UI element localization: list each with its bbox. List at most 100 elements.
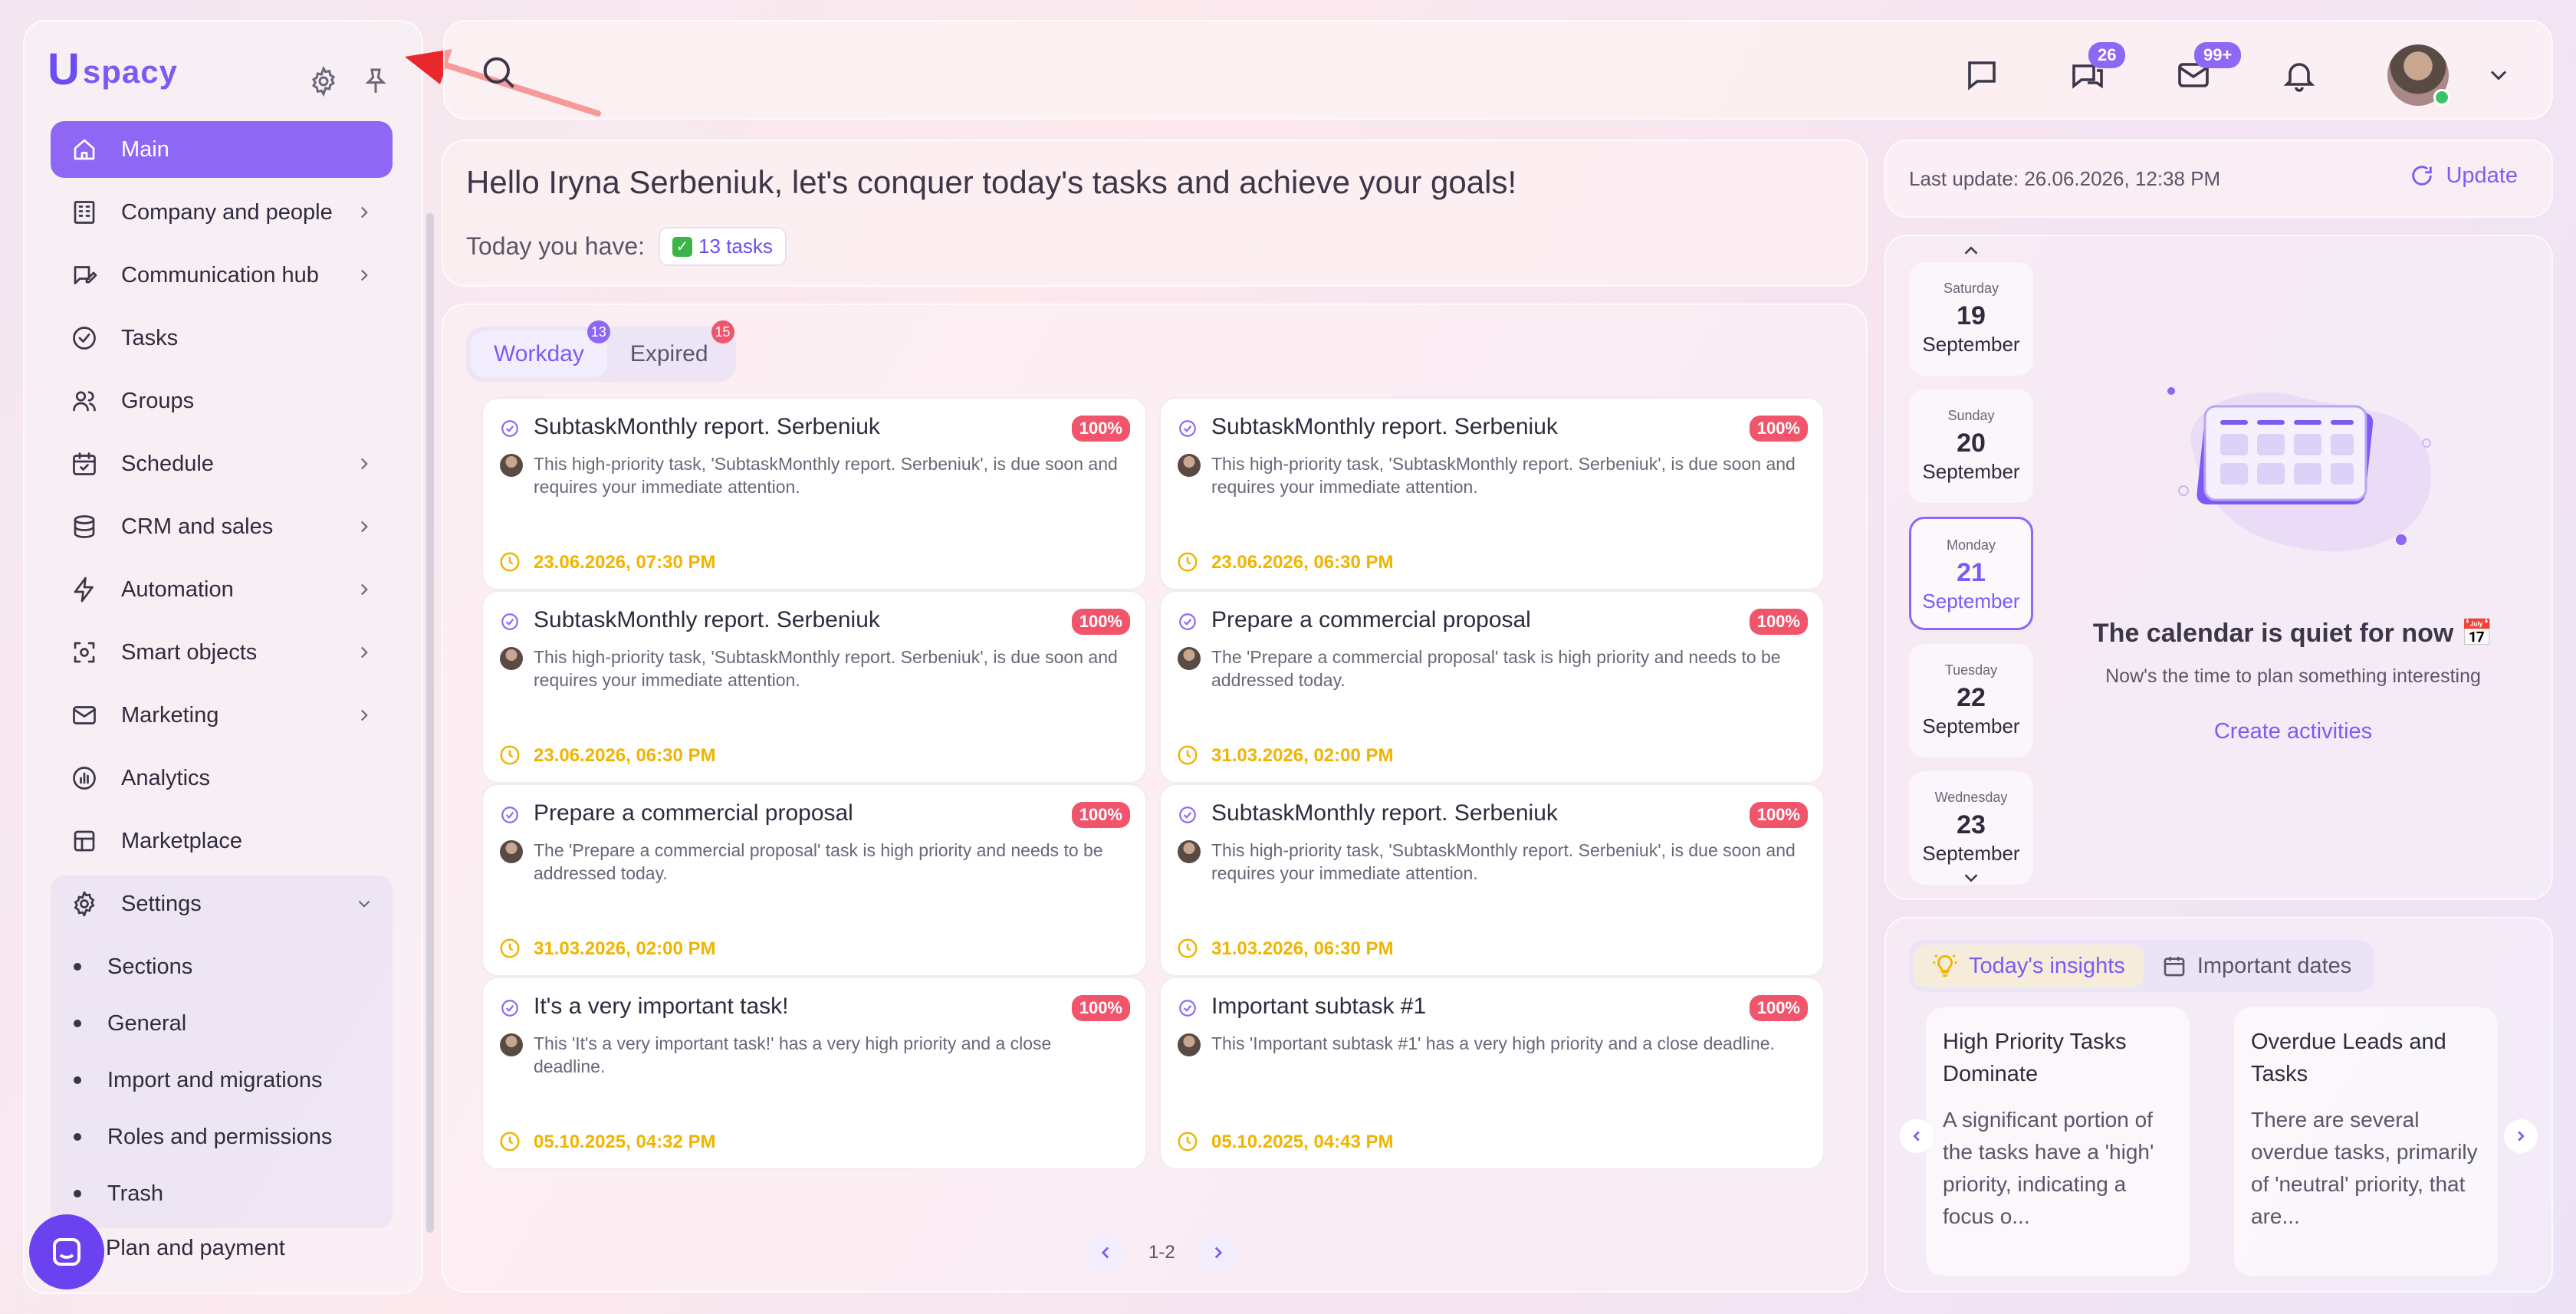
chevron-right-icon: [354, 202, 374, 222]
insights-next-button[interactable]: [2504, 1119, 2538, 1153]
task-check-icon: [500, 419, 520, 439]
chats-button[interactable]: 26: [2061, 42, 2126, 102]
sidebar-item-groups[interactable]: Groups: [51, 373, 393, 429]
bell-icon: [2281, 57, 2318, 94]
calendar-day[interactable]: Sunday 20 September: [1909, 389, 2033, 503]
insight-card[interactable]: High Priority Tasks Dominate A significa…: [1926, 1007, 2190, 1276]
task-title: Prepare a commercial proposal: [534, 800, 853, 826]
message-square-icon: [1963, 57, 2000, 94]
calendar-illustration-icon: [2167, 387, 2431, 552]
sidebar-item-main[interactable]: Main: [51, 121, 393, 178]
messages-button[interactable]: [1955, 48, 2009, 102]
last-update: Last update: 26.06.2026, 12:38 PM: [1909, 167, 2221, 190]
today-label: Today you have:: [466, 232, 646, 260]
task-description: The 'Prepare a commercial proposal' task…: [1211, 647, 1781, 690]
sidebar-item-analytics[interactable]: Analytics: [51, 750, 393, 806]
tab-todays-insights[interactable]: Today's insights: [1914, 944, 2144, 987]
calendar-day[interactable]: Monday 21 September: [1909, 517, 2033, 630]
gear-icon: [69, 889, 100, 919]
users-icon: [69, 386, 100, 416]
settings-sub-item[interactable]: Sections: [51, 938, 393, 995]
task-description: This 'Important subtask #1' has a very h…: [1211, 1033, 1775, 1053]
sidebar-item-automation[interactable]: Automation: [51, 561, 393, 618]
task-card[interactable]: Prepare a commercial proposal 100% The 'Pr…: [1159, 590, 1825, 783]
settings-sub-item[interactable]: Import and migrations: [51, 1052, 393, 1109]
chevron-up-icon: [1964, 246, 1978, 255]
task-check-icon: [500, 612, 520, 632]
task-description: This high-priority task, 'SubtaskMonthly…: [534, 454, 1118, 497]
settings-sub-item[interactable]: General: [51, 995, 393, 1052]
day-month: September: [1922, 590, 2020, 613]
user-menu-button[interactable]: [2472, 48, 2525, 102]
sidebar-item-label: Settings: [121, 891, 202, 916]
sub-item-label: Trash: [107, 1181, 164, 1206]
tab-expired[interactable]: Expired 15: [607, 320, 734, 377]
logo[interactable]: U spacy: [48, 48, 178, 92]
chat-icon: [48, 1234, 85, 1270]
calendar-down-button[interactable]: [1960, 866, 1983, 889]
task-description: This high-priority task, 'SubtaskMonthly…: [534, 647, 1118, 690]
mail-button[interactable]: 99+: [2167, 42, 2242, 102]
task-card[interactable]: SubtaskMonthly report. Serbeniuk 100% This…: [1159, 397, 1825, 590]
task-due-date: 23.06.2026, 06:30 PM: [534, 745, 716, 766]
sub-item-label: Roles and permissions: [107, 1124, 333, 1149]
search-icon[interactable]: [478, 52, 518, 92]
sidebar-item-tasks[interactable]: Tasks: [51, 310, 393, 366]
insight-text: A significant portion of the tasks have …: [1943, 1108, 2154, 1228]
gear-icon[interactable]: [308, 66, 339, 97]
bullet-icon: [74, 1020, 81, 1027]
sidebar-scrollbar[interactable]: [426, 213, 434, 1233]
user-avatar[interactable]: [2387, 44, 2450, 106]
sidebar-item-schedule[interactable]: Schedule: [51, 435, 393, 492]
task-due-date: 23.06.2026, 07:30 PM: [534, 552, 716, 573]
insight-card[interactable]: Overdue Leads and Tasks There are severa…: [2234, 1007, 2498, 1276]
task-card[interactable]: SubtaskMonthly report. Serbeniuk 100% This…: [1159, 783, 1825, 977]
day-weekday: Wednesday: [1934, 790, 2008, 805]
sidebar-item-settings[interactable]: Settings: [51, 875, 393, 932]
chevron-right-icon: [354, 517, 374, 537]
task-title: Important subtask #1: [1211, 994, 1427, 1019]
sidebar-item-smart-objects[interactable]: Smart objects: [51, 624, 393, 681]
chats-badge: 26: [2088, 42, 2126, 69]
chevron-right-icon: [354, 265, 374, 285]
tab-workday[interactable]: Workday 13: [471, 320, 610, 377]
create-activities-link[interactable]: Create activities: [2075, 719, 2512, 744]
pin-icon[interactable]: [360, 66, 391, 97]
sidebar-item-label: Marketing: [121, 702, 219, 728]
sidebar-item-marketing[interactable]: Marketing: [51, 687, 393, 744]
sidebar-item-label: Smart objects: [121, 639, 258, 665]
sidebar-item-company-and-people[interactable]: Company and people: [51, 184, 393, 241]
task-due-date: 31.03.2026, 06:30 PM: [1211, 938, 1394, 959]
task-card[interactable]: Prepare a commercial proposal 100% The 'Pr…: [481, 783, 1147, 977]
support-chat-button[interactable]: [29, 1214, 104, 1289]
sub-item-label: Sections: [107, 954, 193, 979]
greeting-panel: Hello Iryna Serbeniuk, let's conquer tod…: [442, 140, 1868, 287]
sidebar: U spacy Main Company and people Communicat…: [23, 20, 434, 1294]
prev-page-button[interactable]: [1086, 1233, 1125, 1273]
calendar-day[interactable]: Saturday 19 September: [1909, 262, 2033, 376]
next-page-button[interactable]: [1198, 1233, 1238, 1273]
task-card[interactable]: Important subtask #1 100% This 'Important …: [1159, 977, 1825, 1170]
calendar-up-button[interactable]: [1960, 239, 1983, 262]
sidebar-item-crm-and-sales[interactable]: CRM and sales: [51, 498, 393, 555]
task-card[interactable]: SubtaskMonthly report. Serbeniuk 100% This…: [481, 397, 1147, 590]
day-weekday: Tuesday: [1944, 662, 1998, 678]
logo-mark: U: [48, 44, 80, 94]
notifications-button[interactable]: [2272, 48, 2326, 102]
task-progress-badge: 100%: [1749, 995, 1808, 1021]
settings-group: Settings Sections General Import and migrat…: [51, 875, 393, 1228]
tasks-count-pill[interactable]: ✓ 13 tasks: [659, 227, 787, 266]
sidebar-item-marketplace[interactable]: Marketplace: [51, 813, 393, 869]
bullet-icon: [74, 1190, 81, 1197]
update-button[interactable]: Update: [2409, 163, 2518, 189]
insights-tabs: Today's insights Important dates: [1909, 940, 2375, 992]
day-number: 23: [1957, 810, 1986, 839]
settings-sub-item[interactable]: Roles and permissions: [51, 1109, 393, 1165]
sidebar-item-communication-hub[interactable]: Communication hub: [51, 247, 393, 304]
task-card[interactable]: It's a very important task! 100% This 'It'…: [481, 977, 1147, 1170]
settings-sub-item[interactable]: Trash: [51, 1165, 393, 1222]
chat-edit-icon: [69, 260, 100, 291]
calendar-day[interactable]: Tuesday 22 September: [1909, 644, 2033, 757]
tab-important-dates[interactable]: Important dates: [2144, 944, 2371, 987]
task-card[interactable]: SubtaskMonthly report. Serbeniuk 100% This…: [481, 590, 1147, 783]
